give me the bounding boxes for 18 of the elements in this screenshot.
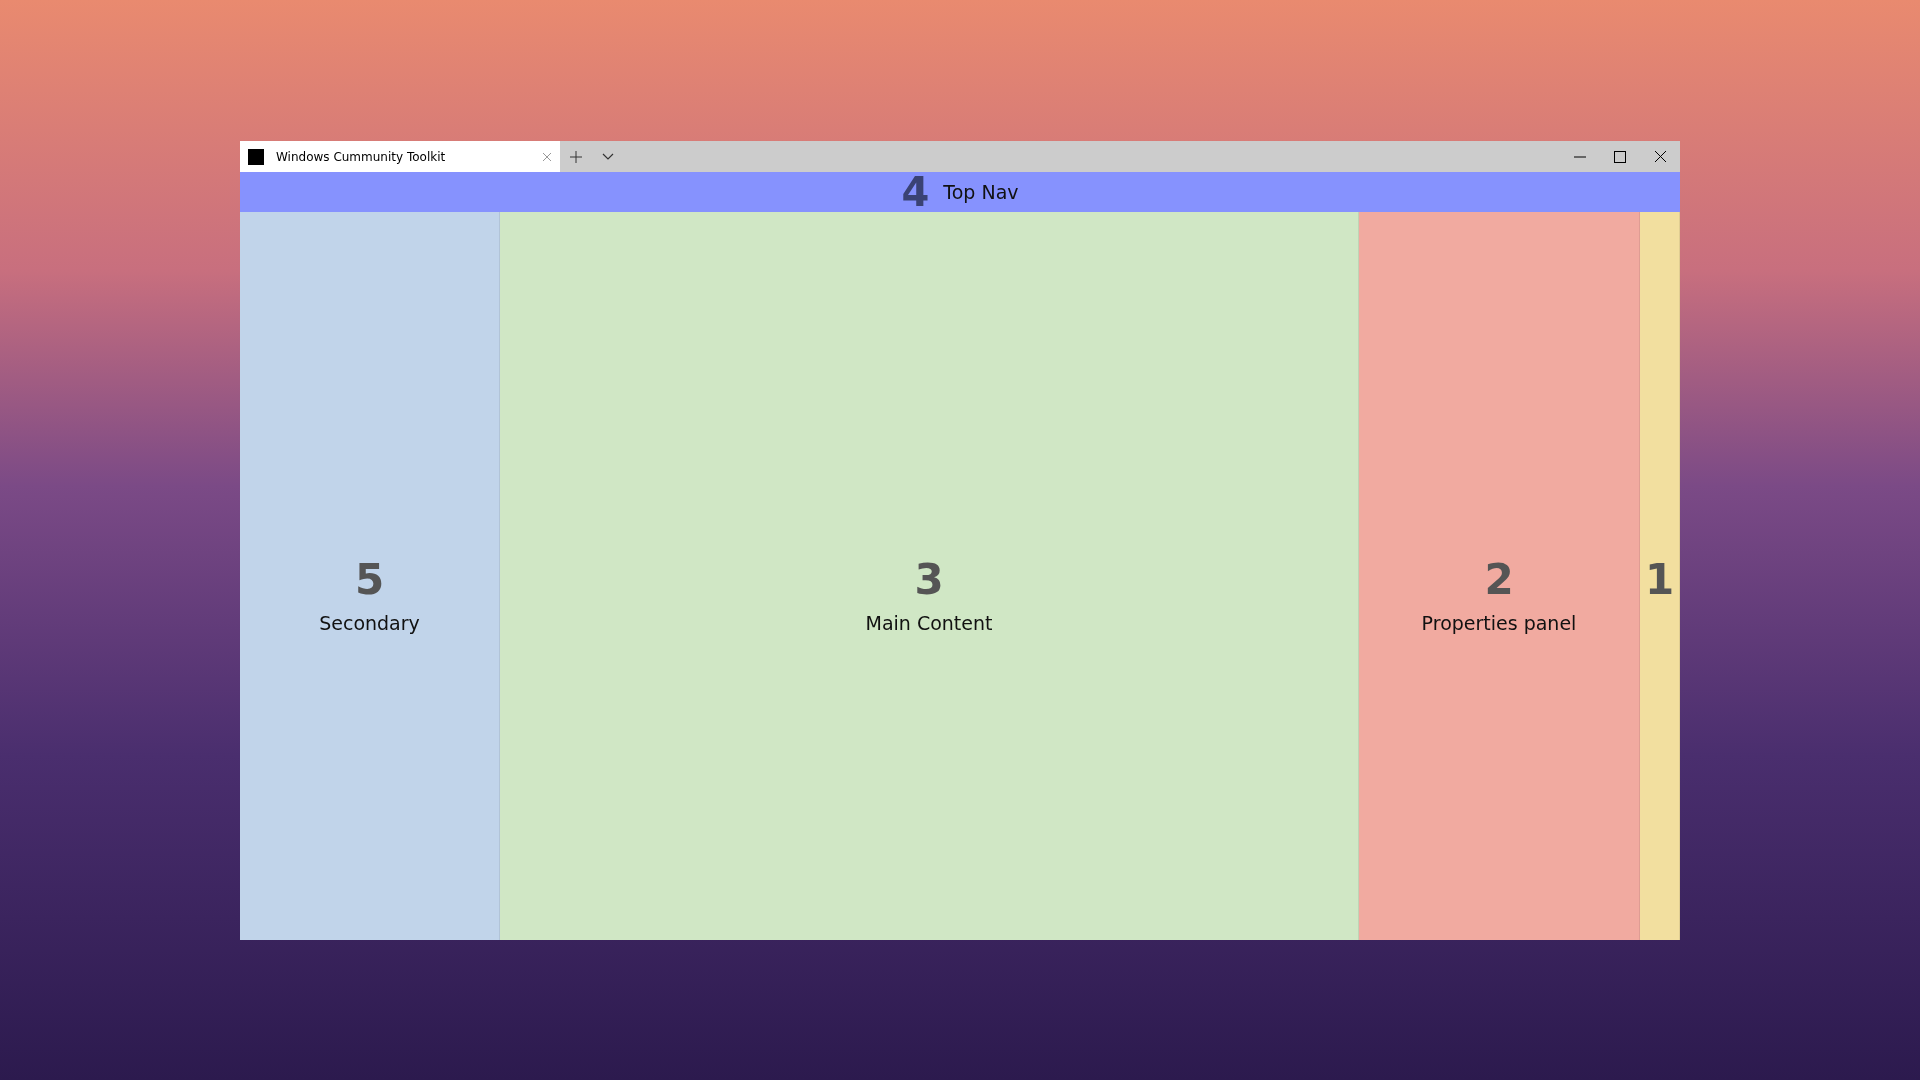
close-icon [1654, 151, 1666, 162]
panel-number: 5 [354, 558, 385, 602]
panel-label: Secondary [319, 612, 420, 634]
tab-title: Windows Cummunity Toolkit [276, 149, 447, 164]
panel-number: 1 [1644, 558, 1675, 602]
panel-label: Properties panel [1421, 612, 1577, 634]
browser-tab[interactable]: Windows Cummunity Toolkit [240, 141, 560, 172]
panel-number: 4 [901, 172, 930, 212]
close-icon[interactable] [542, 151, 552, 162]
chevron-down-icon [602, 152, 614, 161]
plus-icon [570, 150, 582, 163]
panel-label: Top Nav [943, 181, 1019, 203]
panel-label: Main Content [865, 612, 993, 634]
minimize-icon [1574, 155, 1586, 158]
panel-number: 3 [914, 558, 944, 602]
app-icon [248, 148, 264, 165]
panel-number: 2 [1484, 558, 1514, 602]
maximize-icon [1614, 150, 1626, 163]
